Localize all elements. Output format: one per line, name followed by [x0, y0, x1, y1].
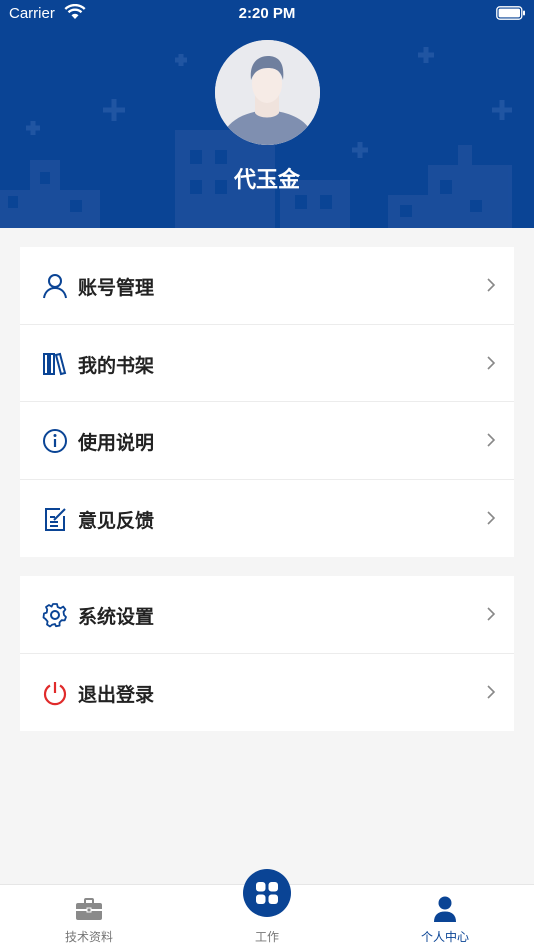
grid-icon — [256, 882, 278, 904]
username: 代玉金 — [233, 168, 300, 193]
feedback-icon — [45, 507, 66, 531]
menu-item-logout[interactable]: 退出登录 — [20, 654, 514, 732]
chevron-right-icon — [487, 433, 496, 447]
power-icon — [43, 681, 67, 705]
status-bar: Carrier 2:20 PM — [0, 0, 534, 28]
menu-item-user-guide[interactable]: 使用说明 — [20, 402, 514, 480]
chevron-right-icon — [487, 607, 496, 621]
user-icon — [43, 274, 67, 299]
menu-item-label: 意见反馈 — [78, 509, 155, 532]
menu-item-label: 使用说明 — [78, 432, 155, 454]
menu-group-account: 账号管理 我的书架 使用说明 意见反馈 — [20, 247, 514, 557]
menu-item-account-management[interactable]: 账号管理 — [20, 247, 514, 325]
tab-work[interactable]: 工作 — [178, 869, 356, 950]
tab-label: 工作 — [254, 930, 279, 944]
person-icon — [434, 896, 456, 922]
menu-item-label: 账号管理 — [78, 277, 155, 299]
avatar-placeholder-icon — [215, 40, 320, 145]
info-icon — [43, 429, 67, 453]
screen: Carrier 2:20 PM 代玉金 账号管理 我的书架 使用说明 意见反馈 … — [0, 0, 534, 950]
chevron-right-icon — [487, 355, 496, 370]
menu-item-system-settings[interactable]: 系统设置 — [20, 576, 514, 654]
menu-item-label: 我的书架 — [78, 354, 155, 377]
tab-personal-center[interactable]: 个人中心 — [356, 885, 534, 950]
gear-icon — [42, 603, 67, 628]
clock: 2:20 PM — [238, 5, 296, 22]
profile-header: Carrier 2:20 PM 代玉金 — [0, 0, 534, 228]
menu-item-my-bookshelf[interactable]: 我的书架 — [20, 325, 514, 402]
bookshelf-icon — [43, 352, 67, 375]
chevron-right-icon — [487, 510, 496, 525]
menu-item-feedback[interactable]: 意见反馈 — [20, 480, 514, 558]
chevron-right-icon — [487, 684, 496, 699]
menu-item-label: 退出登录 — [78, 683, 155, 706]
work-button[interactable] — [243, 869, 291, 917]
menu-group-system: 系统设置 退出登录 — [20, 576, 514, 731]
menu-item-label: 系统设置 — [78, 606, 155, 628]
briefcase-icon — [76, 898, 102, 920]
avatar[interactable] — [215, 40, 320, 145]
tab-label: 个人中心 — [420, 930, 469, 944]
chevron-right-icon — [487, 278, 496, 292]
tab-technical-documents[interactable]: 技术资料 — [0, 885, 178, 950]
tab-label: 技术资料 — [64, 930, 113, 944]
battery-icon — [496, 6, 525, 20]
bottom-tab-bar: 技术资料 工作 个人中心 — [0, 869, 534, 950]
